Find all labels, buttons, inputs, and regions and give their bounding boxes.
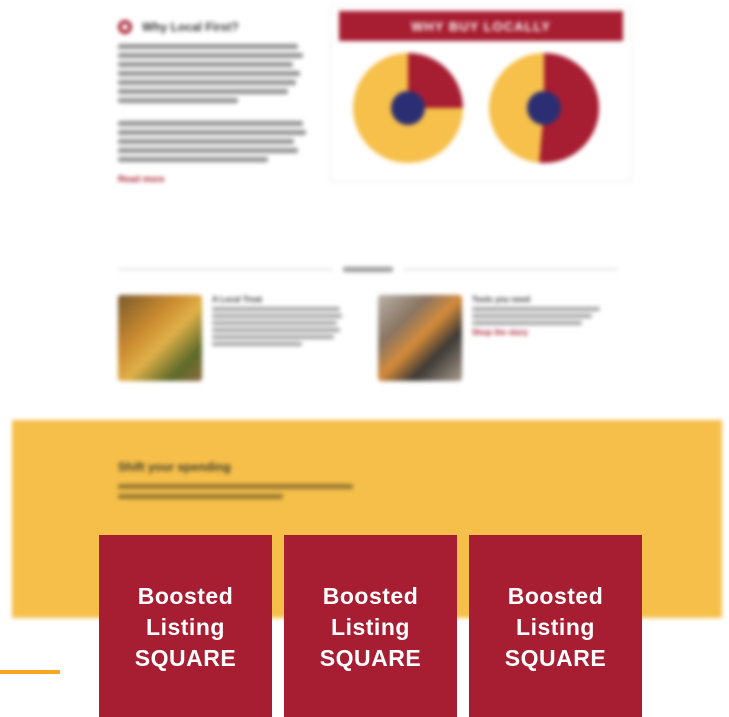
article-card[interactable]: Tools you need Shop the story — [378, 295, 602, 381]
boosted-line-3: SQUARE — [504, 644, 607, 671]
accent-rule — [0, 670, 60, 674]
band-text-line — [118, 484, 353, 489]
article-title[interactable]: Tools you need — [472, 295, 602, 304]
why-local-read-more-link[interactable]: Read more — [118, 174, 318, 184]
why-buy-locally-panel: WHY BUY LOCALLY — [330, 5, 632, 182]
donut-chart-2 — [489, 53, 599, 163]
boosted-line-1: Boosted — [322, 582, 419, 609]
why-local-paragraph-2 — [118, 121, 318, 162]
article-text: Tools you need Shop the story — [472, 295, 602, 381]
article-link[interactable]: Shop the story — [472, 328, 602, 337]
boosted-listing-square[interactable]: Boosted Listing SQUARE — [99, 535, 272, 717]
divider-label — [343, 267, 393, 272]
boosted-line-1: Boosted — [507, 582, 604, 609]
boosted-listing-square[interactable]: Boosted Listing SQUARE — [284, 535, 457, 717]
donut-chart-1 — [353, 53, 463, 163]
band-text-line — [118, 494, 283, 499]
page: Why Local First? Read more WHY BUY LOCAL… — [0, 0, 729, 717]
boosted-listing-square[interactable]: Boosted Listing SQUARE — [469, 535, 642, 717]
shop-icon — [118, 20, 132, 34]
divider-line-right — [403, 269, 618, 270]
donut-chart-2-center — [527, 91, 561, 125]
band-title: Shift your spending — [118, 460, 231, 474]
why-local-paragraph-1 — [118, 44, 318, 103]
boosted-line-2: Listing — [331, 613, 410, 640]
article-image-tools[interactable] — [378, 295, 462, 381]
divider-line-left — [118, 269, 333, 270]
donut-chart-1-center — [391, 91, 425, 125]
boosted-line-2: Listing — [516, 613, 595, 640]
boosted-line-3: SQUARE — [134, 644, 237, 671]
boosted-line-2: Listing — [146, 613, 225, 640]
why-local-section: Why Local First? Read more — [118, 20, 318, 184]
article-title[interactable]: A Local Treat — [212, 295, 342, 304]
boosted-line-1: Boosted — [137, 582, 234, 609]
section-divider — [118, 265, 618, 275]
boosted-line-3: SQUARE — [319, 644, 422, 671]
why-local-title-row: Why Local First? — [118, 20, 318, 34]
chart-panel-header: WHY BUY LOCALLY — [339, 11, 623, 41]
why-local-title: Why Local First? — [142, 20, 239, 34]
article-image-food[interactable] — [118, 295, 202, 381]
article-text: A Local Treat — [212, 295, 342, 381]
article-card[interactable]: A Local Treat — [118, 295, 342, 381]
